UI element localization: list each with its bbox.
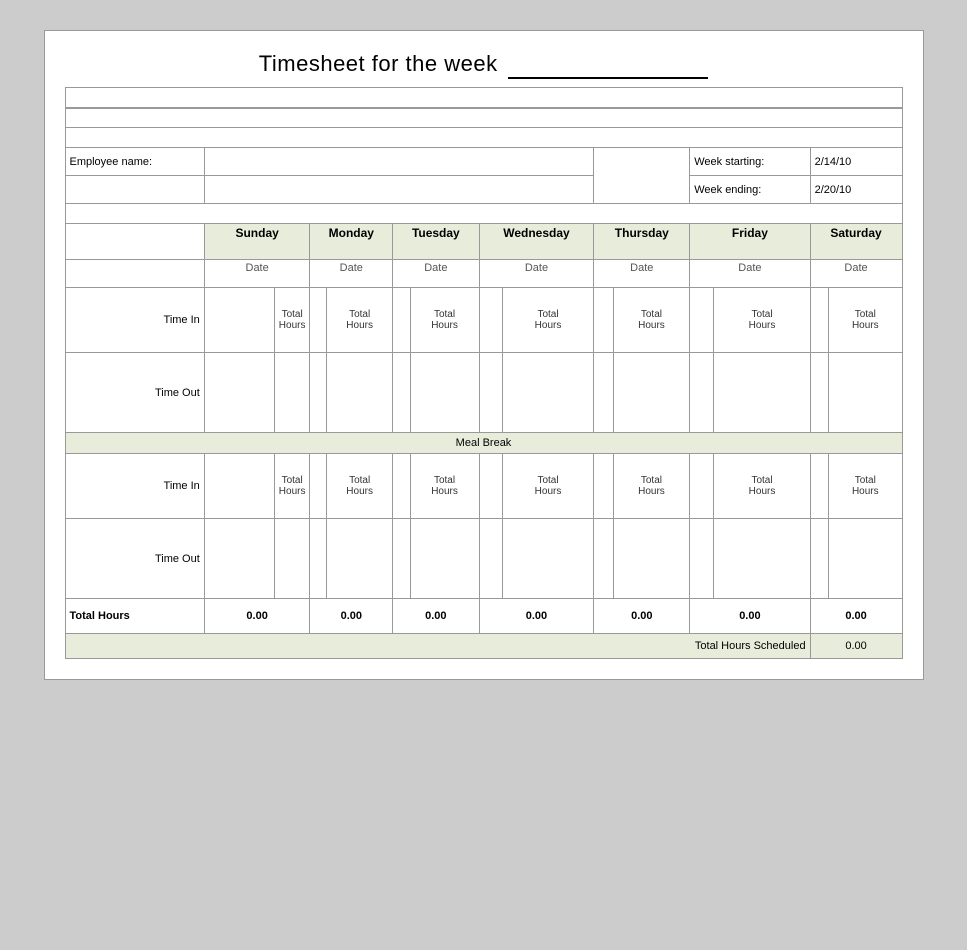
- meal-break-label: Meal Break: [65, 433, 902, 454]
- sunday-header: Sunday: [204, 224, 310, 260]
- friday-totalhours-2: TotalHours: [714, 454, 810, 519]
- timesheet-table: Employee name: Week starting: 2/14/10 We…: [65, 87, 903, 659]
- wednesday-timein-2[interactable]: [479, 454, 502, 519]
- tuesday-totalhours-1: TotalHours: [410, 288, 479, 353]
- scheduled-row: Total Hours Scheduled 0.00: [65, 634, 902, 659]
- thursday-timein-1[interactable]: [594, 288, 613, 353]
- saturday-date: Date: [810, 260, 902, 288]
- sunday-total: 0.00: [204, 599, 310, 634]
- blank-row-2: [65, 108, 902, 128]
- sunday-totalhours-2: TotalHours: [274, 454, 310, 519]
- title-text: Timesheet for the week: [259, 51, 498, 76]
- saturday-timein-2[interactable]: [810, 454, 828, 519]
- tuesday-date: Date: [393, 260, 479, 288]
- page-title: Timesheet for the week: [65, 51, 903, 79]
- monday-timein-2[interactable]: [310, 454, 327, 519]
- friday-timein-2[interactable]: [690, 454, 714, 519]
- monday-total: 0.00: [310, 599, 393, 634]
- monday-timeout-1[interactable]: [310, 353, 327, 433]
- week-ending-label: Week ending:: [690, 176, 810, 204]
- saturday-timein-1[interactable]: [810, 288, 828, 353]
- friday-timein-1[interactable]: [690, 288, 714, 353]
- wednesday-timein-1[interactable]: [479, 288, 502, 353]
- thursday-timein-2[interactable]: [594, 454, 613, 519]
- sunday-timein-2[interactable]: [204, 454, 274, 519]
- week-starting-label: Week starting:: [690, 148, 810, 176]
- friday-timeout-1[interactable]: [690, 353, 714, 433]
- spacer: [594, 148, 690, 176]
- timesheet-page: Timesheet for the week Employee name: We…: [44, 30, 924, 680]
- date-row: Date Date Date Date Date Date Date: [65, 260, 902, 288]
- blank-row-3: [65, 128, 902, 148]
- thursday-timeout-1[interactable]: [594, 353, 613, 433]
- friday-total: 0.00: [690, 599, 810, 634]
- friday-date: Date: [690, 260, 810, 288]
- tuesday-timein-1[interactable]: [393, 288, 410, 353]
- wednesday-totalhours-1: TotalHours: [502, 288, 594, 353]
- time-out-label-1: Time Out: [65, 353, 204, 433]
- time-in-label-1: Time In: [65, 288, 204, 353]
- monday-timein-1[interactable]: [310, 288, 327, 353]
- monday-timeout-2[interactable]: [310, 519, 327, 599]
- monday-header: Monday: [310, 224, 393, 260]
- tuesday-timeout-2[interactable]: [393, 519, 410, 599]
- time-in-row-1: Time In TotalHours TotalHours TotalHours…: [65, 288, 902, 353]
- tuesday-header: Tuesday: [393, 224, 479, 260]
- wednesday-header: Wednesday: [479, 224, 594, 260]
- title-underline: [508, 51, 708, 79]
- sunday-totalhours-1: TotalHours: [274, 288, 310, 353]
- thursday-header: Thursday: [594, 224, 690, 260]
- monday-totalhours-2: TotalHours: [327, 454, 393, 519]
- tuesday-timein-2[interactable]: [393, 454, 410, 519]
- saturday-totalhours-1: TotalHours: [829, 288, 902, 353]
- saturday-timeout-2[interactable]: [810, 519, 828, 599]
- sunday-timeout-2[interactable]: [204, 519, 274, 599]
- week-ending-value: 2/20/10: [810, 176, 902, 204]
- saturday-timeout-1[interactable]: [810, 353, 828, 433]
- saturday-total: 0.00: [810, 599, 902, 634]
- blank-row-1: [65, 88, 902, 108]
- tuesday-timeout-1[interactable]: [393, 353, 410, 433]
- time-out-row-1: Time Out: [65, 353, 902, 433]
- time-out-label-2: Time Out: [65, 519, 204, 599]
- friday-header: Friday: [690, 224, 810, 260]
- thursday-total: 0.00: [594, 599, 690, 634]
- blank-row-4: [65, 204, 902, 224]
- scheduled-label: Total Hours Scheduled: [65, 634, 810, 659]
- saturday-totalhours-2: TotalHours: [829, 454, 902, 519]
- tuesday-totalhours-2: TotalHours: [410, 454, 479, 519]
- total-hours-row: Total Hours 0.00 0.00 0.00 0.00 0.00 0.0…: [65, 599, 902, 634]
- time-out-row-2: Time Out: [65, 519, 902, 599]
- friday-totalhours-1: TotalHours: [714, 288, 810, 353]
- employee-blank-row: Week ending: 2/20/10: [65, 176, 902, 204]
- tuesday-total: 0.00: [393, 599, 479, 634]
- thursday-totalhours-1: TotalHours: [613, 288, 690, 353]
- employee-name-row: Employee name: Week starting: 2/14/10: [65, 148, 902, 176]
- scheduled-value: 0.00: [810, 634, 902, 659]
- thursday-date: Date: [594, 260, 690, 288]
- wednesday-timeout-2[interactable]: [479, 519, 502, 599]
- employee-label: Employee name:: [65, 148, 204, 176]
- saturday-header: Saturday: [810, 224, 902, 260]
- week-starting-value: 2/14/10: [810, 148, 902, 176]
- sunday-date: Date: [204, 260, 310, 288]
- title-section: Timesheet for the week: [65, 51, 903, 79]
- wednesday-date: Date: [479, 260, 594, 288]
- wednesday-totalhours-2: TotalHours: [502, 454, 594, 519]
- meal-break-row: Meal Break: [65, 433, 902, 454]
- total-hours-label: Total Hours: [65, 599, 204, 634]
- monday-totalhours-1: TotalHours: [327, 288, 393, 353]
- time-in-label-2: Time In: [65, 454, 204, 519]
- wednesday-total: 0.00: [479, 599, 594, 634]
- wednesday-timeout-1[interactable]: [479, 353, 502, 433]
- day-headers-row: Sunday Monday Tuesday Wednesday Thursday…: [65, 224, 902, 260]
- time-in-row-2: Time In TotalHours TotalHours TotalHours…: [65, 454, 902, 519]
- friday-timeout-2[interactable]: [690, 519, 714, 599]
- sunday-timeout-1[interactable]: [204, 353, 274, 433]
- monday-date: Date: [310, 260, 393, 288]
- thursday-totalhours-2: TotalHours: [613, 454, 690, 519]
- sunday-timein-1[interactable]: [204, 288, 274, 353]
- employee-value[interactable]: [204, 148, 594, 176]
- thursday-timeout-2[interactable]: [594, 519, 613, 599]
